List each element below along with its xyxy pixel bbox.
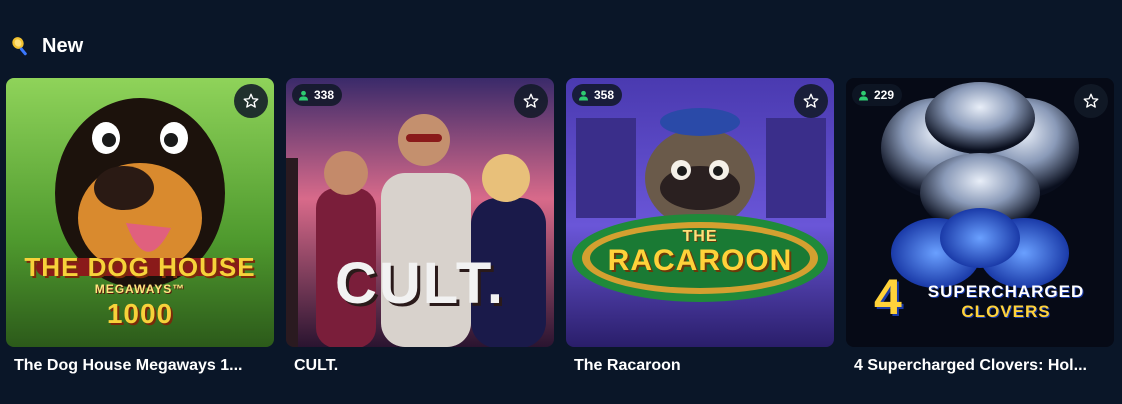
game-card[interactable]: CULT. 338 CULT. (286, 78, 554, 375)
game-logo-sub: CLOVERS (961, 302, 1051, 321)
players-count: 358 (594, 88, 615, 102)
players-count: 338 (314, 88, 335, 102)
racket-icon (10, 35, 32, 57)
game-thumbnail[interactable]: 4 SUPERCHARGED CLOVERS 229 (846, 78, 1114, 347)
user-icon (858, 90, 869, 101)
game-card[interactable]: THE DOG HOUSE MEGAWAYS™ 1000 The Dog Hou… (6, 78, 274, 375)
players-count: 229 (874, 88, 895, 102)
user-icon (298, 90, 309, 101)
game-logo-number: 1000 (106, 298, 174, 329)
favorite-button[interactable] (234, 84, 268, 118)
star-outline-icon (243, 93, 259, 108)
game-logo: RACAROON (607, 244, 793, 277)
star-outline-icon (803, 93, 819, 108)
favorite-button[interactable] (1074, 84, 1108, 118)
game-thumbnail[interactable]: CULT. 338 (286, 78, 554, 347)
game-title[interactable]: CULT. (294, 357, 544, 375)
game-card[interactable]: THE RACAROON 358 The Racaroon (566, 78, 834, 375)
section-title: New (42, 34, 84, 57)
game-title[interactable]: 4 Supercharged Clovers: Hol... (854, 357, 1104, 375)
game-card[interactable]: 4 SUPERCHARGED CLOVERS 229 4 Supercharge… (846, 78, 1114, 375)
players-badge: 338 (292, 84, 343, 106)
star-outline-icon (523, 93, 539, 108)
section-header: New (10, 32, 83, 60)
game-art (566, 78, 834, 347)
game-logo: SUPERCHARGED (927, 282, 1085, 301)
star-outline-icon (1083, 93, 1099, 108)
game-title[interactable]: The Racaroon (574, 357, 824, 375)
game-logo-number: 4 (874, 269, 903, 325)
game-thumbnail[interactable]: THE DOG HOUSE MEGAWAYS™ 1000 (6, 78, 274, 347)
game-grid: THE DOG HOUSE MEGAWAYS™ 1000 The Dog Hou… (6, 78, 1114, 375)
game-logo: CULT. (334, 251, 505, 316)
game-logo-sub: MEGAWAYS™ (94, 282, 186, 296)
players-badge: 358 (572, 84, 623, 106)
game-logo: THE DOG HOUSE (24, 252, 256, 282)
game-title[interactable]: The Dog House Megaways 1... (14, 357, 264, 375)
favorite-button[interactable] (794, 84, 828, 118)
user-icon (578, 90, 589, 101)
game-thumbnail[interactable]: THE RACAROON 358 (566, 78, 834, 347)
new-games-section: New THE DOG HOUSE MEGAWAYS™ 1000 The Dog… (0, 0, 1122, 404)
favorite-button[interactable] (514, 84, 548, 118)
players-badge: 229 (852, 84, 903, 106)
